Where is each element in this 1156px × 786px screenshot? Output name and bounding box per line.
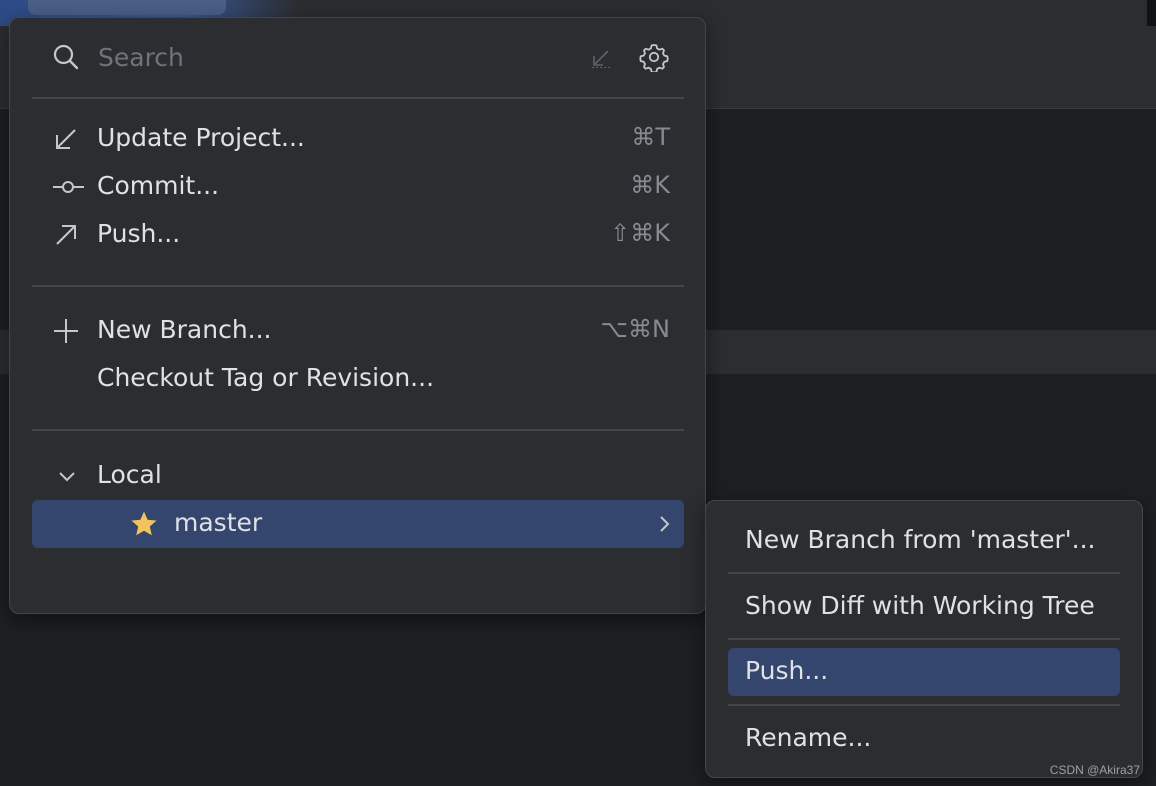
menu-item-checkout-tag[interactable]: Checkout Tag or Revision... xyxy=(32,356,684,402)
menu-item-label: New Branch... xyxy=(97,315,272,344)
menu-item-push[interactable]: Push... ⇧⌘K xyxy=(32,212,684,258)
watermark: CSDN @Akira37 xyxy=(1049,763,1140,777)
branch-submenu: New Branch from 'master'... Show Diff wi… xyxy=(705,500,1143,778)
chevron-right-icon xyxy=(656,514,674,534)
shortcut-label: ⌥⌘N xyxy=(600,315,670,343)
plus-icon xyxy=(52,317,80,345)
shortcut-label: ⇧⌘K xyxy=(610,219,670,247)
menu-item-new-branch[interactable]: New Branch... ⌥⌘N xyxy=(32,308,684,354)
local-branches-group[interactable]: Local xyxy=(32,454,684,498)
chevron-down-icon xyxy=(57,467,77,487)
shortcut-label: ⌘T xyxy=(631,123,670,151)
separator xyxy=(728,704,1120,706)
branch-name: master xyxy=(174,508,263,537)
branch-item-master[interactable]: master xyxy=(32,500,684,548)
menu-item-label: Rename... xyxy=(745,723,872,752)
separator xyxy=(32,429,684,431)
menu-item-update-project[interactable]: Update Project... ⌘T xyxy=(32,116,684,162)
group-label: Local xyxy=(97,460,162,489)
menu-item-label: Show Diff with Working Tree xyxy=(745,591,1095,620)
commit-icon xyxy=(52,173,84,201)
submenu-item-show-diff[interactable]: Show Diff with Working Tree xyxy=(728,583,1120,631)
search-row xyxy=(10,18,705,98)
menu-item-commit[interactable]: Commit... ⌘K xyxy=(32,164,684,210)
separator xyxy=(728,638,1120,640)
menu-item-label: Checkout Tag or Revision... xyxy=(97,363,435,392)
submenu-item-rename[interactable]: Rename... xyxy=(728,715,1120,763)
menu-item-label: Update Project... xyxy=(97,123,305,152)
search-input[interactable] xyxy=(98,40,568,74)
search-icon xyxy=(52,43,80,71)
push-arrow-icon xyxy=(52,221,80,249)
menu-item-label: Commit... xyxy=(97,171,220,200)
separator xyxy=(32,97,684,99)
collapse-arrow-icon[interactable] xyxy=(590,47,612,69)
update-arrow-icon xyxy=(52,125,80,153)
menu-item-label: Push... xyxy=(97,219,181,248)
shortcut-label: ⌘K xyxy=(630,171,670,199)
menu-item-label: New Branch from 'master'... xyxy=(745,525,1096,554)
toolbar-widget[interactable] xyxy=(28,0,226,15)
menu-item-label: Push... xyxy=(745,656,829,685)
submenu-item-new-branch-from[interactable]: New Branch from 'master'... xyxy=(728,517,1120,565)
gear-icon[interactable] xyxy=(639,42,669,72)
submenu-item-push[interactable]: Push... xyxy=(728,648,1120,696)
star-icon xyxy=(130,510,158,538)
window-edge xyxy=(1147,0,1156,26)
separator xyxy=(32,285,684,287)
separator xyxy=(728,572,1120,574)
git-branches-popup: Update Project... ⌘T Commit... ⌘K Push..… xyxy=(9,17,706,614)
